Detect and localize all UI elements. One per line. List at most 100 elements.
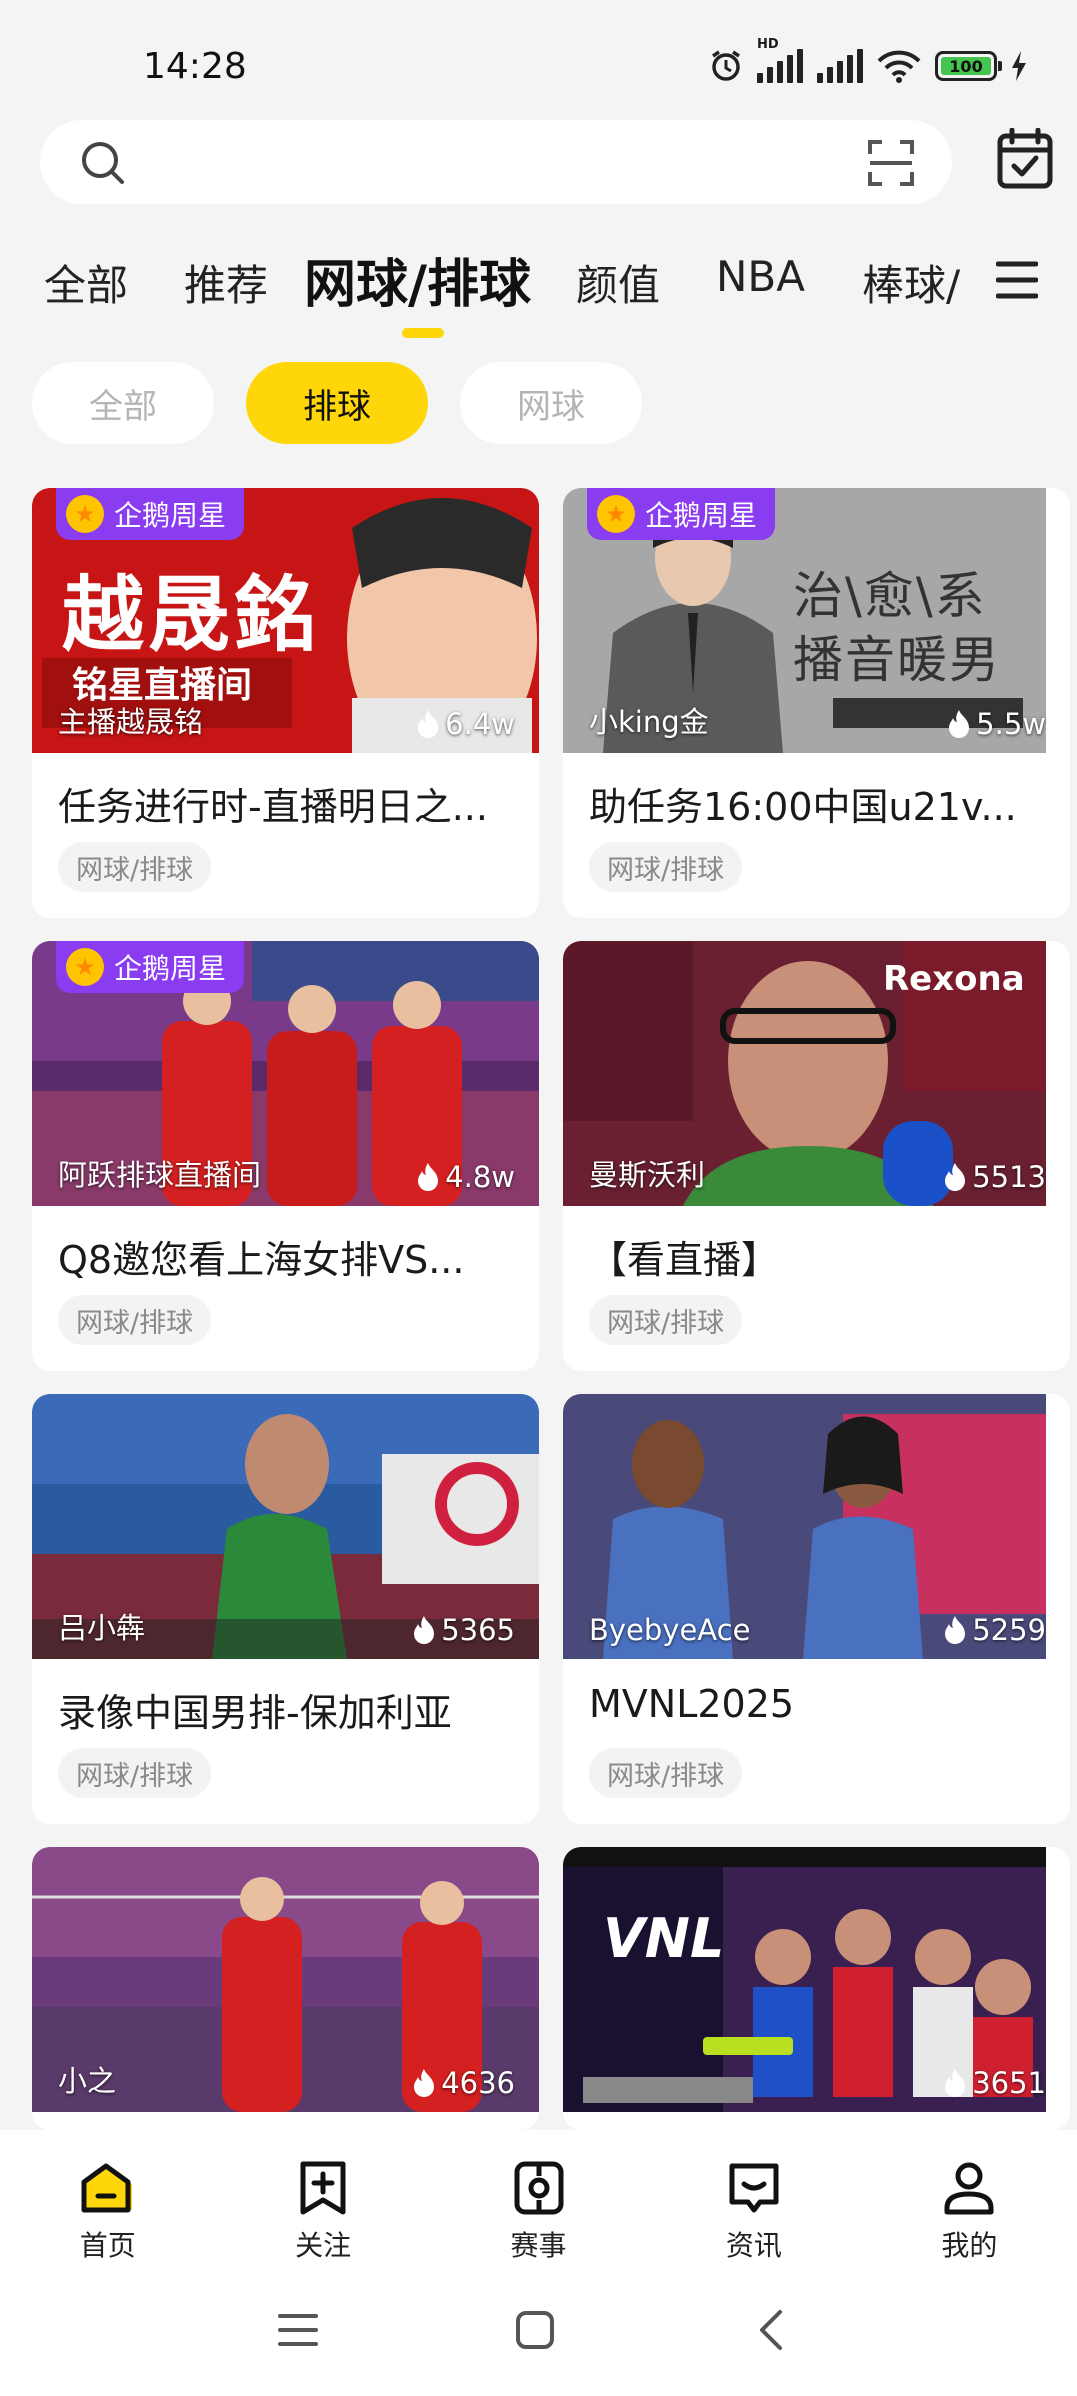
- badge-label: 企鹅周星: [114, 499, 227, 532]
- filter-chip-all[interactable]: 全部: [32, 362, 214, 444]
- stream-card[interactable]: 越晟銘 铭星直播间 ★ 企鹅周星 主播越晟铭 6.4w 任务进行时-直播明日之..…: [32, 488, 539, 918]
- tab-recommend[interactable]: 推荐: [184, 252, 268, 313]
- flame-icon: [949, 710, 970, 738]
- week-star-badge: ★ 企鹅周星: [56, 488, 245, 540]
- status-bar: 14:28 HD 100: [0, 0, 1077, 130]
- category-tag: 网球/排球: [58, 1295, 212, 1345]
- stream-thumbnail[interactable]: ByebyeAce 5259: [563, 1394, 1070, 1659]
- popularity-value: 5.5w: [976, 707, 1046, 741]
- nav-news[interactable]: 资讯: [646, 2130, 861, 2280]
- tab-tennis-volleyball[interactable]: 网球/排球: [304, 242, 531, 317]
- stream-card[interactable]: ByebyeAce 5259 MVNL2025 网球/排球: [563, 1394, 1070, 1824]
- flame-icon: [414, 2069, 435, 2097]
- nav-home[interactable]: 首页: [0, 2130, 215, 2280]
- search-icon[interactable]: [80, 140, 126, 186]
- nav-follow[interactable]: 关注: [215, 2130, 430, 2280]
- stream-title[interactable]: MVNL2025: [589, 1682, 1049, 1726]
- search-input[interactable]: [140, 138, 780, 186]
- battery-level: 100: [941, 57, 991, 76]
- tab-all[interactable]: 全部: [44, 252, 128, 313]
- stream-card[interactable]: ★ 企鹅周星 阿跃排球直播间 4.8w Q8邀您看上海女排VS... 网球/排球: [32, 941, 539, 1371]
- nav-me[interactable]: 我的: [862, 2130, 1077, 2280]
- tab-baseball[interactable]: 棒球/: [862, 252, 962, 313]
- badge-label: 企鹅周星: [114, 952, 227, 985]
- flame-icon: [945, 1163, 966, 1191]
- streamer-name: ByebyeAce: [589, 1613, 751, 1647]
- tab-looks[interactable]: 颜值: [576, 252, 660, 313]
- flame-icon: [418, 710, 439, 738]
- category-tag: 网球/排球: [589, 1748, 743, 1798]
- wifi-icon: [877, 50, 921, 83]
- week-star-badge: ★ 企鹅周星: [56, 941, 245, 993]
- star-icon: ★: [66, 495, 104, 533]
- nav-me-label: 我的: [941, 2229, 998, 2262]
- streamer-name: 小之: [58, 2064, 117, 2098]
- popularity-value: 5365: [441, 1613, 515, 1647]
- nav-news-label: 资讯: [725, 2229, 782, 2262]
- sub-filter-bar: 全部 排球 网球: [32, 362, 642, 444]
- popularity-value: 6.4w: [445, 707, 515, 741]
- stream-thumbnail[interactable]: ★ 企鹅周星 阿跃排球直播间 4.8w: [32, 941, 539, 1206]
- streamer-name: 主播越晟铭: [58, 705, 204, 739]
- stream-card[interactable]: Rexona 曼斯沃利 5513 【看直播】 网球/排球: [563, 941, 1070, 1371]
- stream-thumbnail[interactable]: Rexona 曼斯沃利 5513: [563, 941, 1070, 1206]
- calendar-icon[interactable]: [996, 128, 1054, 190]
- stream-title[interactable]: 任务进行时-直播明日之...: [58, 776, 518, 831]
- thumb-brand-text: Rexona: [883, 959, 1025, 999]
- stream-title[interactable]: 助任务16:00中国u21v...: [589, 776, 1049, 831]
- popularity-value: 3651: [972, 2066, 1046, 2100]
- signal-icon-2: [817, 49, 863, 83]
- news-icon: [729, 2163, 779, 2213]
- thumb-title-text: 治\愈\系: [793, 567, 987, 625]
- stream-thumbnail[interactable]: 治\愈\系 播音暖男 ★ 企鹅周星 小king金 5.5w: [563, 488, 1070, 753]
- filter-chip-tennis[interactable]: 网球: [460, 362, 642, 444]
- stream-thumbnail[interactable]: 吕小犇 5365: [32, 1394, 539, 1659]
- flame-icon: [945, 1616, 966, 1644]
- popularity-count: 5.5w: [948, 707, 1046, 741]
- stream-card[interactable]: 治\愈\系 播音暖男 ★ 企鹅周星 小king金 5.5w 助任务16:00中国u…: [563, 488, 1070, 918]
- scan-icon[interactable]: [866, 138, 916, 188]
- streamer-name: 曼斯沃利: [589, 1158, 706, 1192]
- events-icon: [514, 2161, 564, 2215]
- popularity-value: 5513: [972, 1160, 1046, 1194]
- stream-card[interactable]: 小之 4636: [32, 1847, 539, 2130]
- category-tabs: 全部 推荐 网球/排球 颜值 NBA 棒球/: [0, 240, 1077, 350]
- category-tag: 网球/排球: [589, 1295, 743, 1345]
- thumb-title-text: 越晟銘: [62, 568, 321, 663]
- battery-icon: 100: [935, 51, 1002, 81]
- popularity-value: 4636: [441, 2066, 515, 2100]
- popularity-count: 4636: [413, 2066, 515, 2100]
- stream-title[interactable]: 【看直播】: [589, 1229, 1049, 1284]
- nav-home-label: 首页: [79, 2229, 136, 2262]
- filter-chip-volleyball[interactable]: 排球: [246, 362, 428, 444]
- menu-icon[interactable]: [996, 256, 1038, 304]
- bottom-navigation: 首页 关注 赛事 资讯 我的: [0, 2130, 1077, 2280]
- stream-thumbnail[interactable]: VNL 3651: [563, 1847, 1070, 2112]
- popularity-value: 4.8w: [445, 1160, 515, 1194]
- flame-icon: [418, 1163, 439, 1191]
- flame-icon: [414, 1616, 435, 1644]
- back-icon[interactable]: [752, 2308, 792, 2352]
- star-icon: ★: [597, 495, 635, 533]
- system-navigation-bar: [0, 2280, 1077, 2396]
- badge-label: 企鹅周星: [645, 499, 758, 532]
- stream-thumbnail[interactable]: 小之 4636: [32, 1847, 539, 2112]
- stream-title[interactable]: Q8邀您看上海女排VS...: [58, 1229, 518, 1284]
- follow-icon: [300, 2161, 346, 2215]
- week-star-badge: ★ 企鹅周星: [587, 488, 776, 540]
- streamer-name: 小king金: [589, 705, 709, 739]
- stream-title[interactable]: 录像中国男排-保加利亚: [58, 1682, 518, 1737]
- stream-card[interactable]: 吕小犇 5365 录像中国男排-保加利亚 网球/排球: [32, 1394, 539, 1824]
- popularity-count: 6.4w: [417, 707, 515, 741]
- nav-events-label: 赛事: [510, 2229, 567, 2262]
- home-button-icon[interactable]: [515, 2310, 555, 2350]
- stream-thumbnail[interactable]: 越晟銘 铭星直播间 ★ 企鹅周星 主播越晟铭 6.4w: [32, 488, 539, 753]
- charging-icon: [1012, 51, 1026, 81]
- nav-events[interactable]: 赛事: [431, 2130, 646, 2280]
- tab-nba[interactable]: NBA: [716, 252, 805, 301]
- category-tag: 网球/排球: [58, 842, 212, 892]
- recent-apps-icon[interactable]: [278, 2310, 318, 2350]
- stream-card[interactable]: VNL 3651: [563, 1847, 1070, 2130]
- status-icons: HD 100: [709, 37, 1027, 86]
- search-bar[interactable]: [40, 120, 952, 204]
